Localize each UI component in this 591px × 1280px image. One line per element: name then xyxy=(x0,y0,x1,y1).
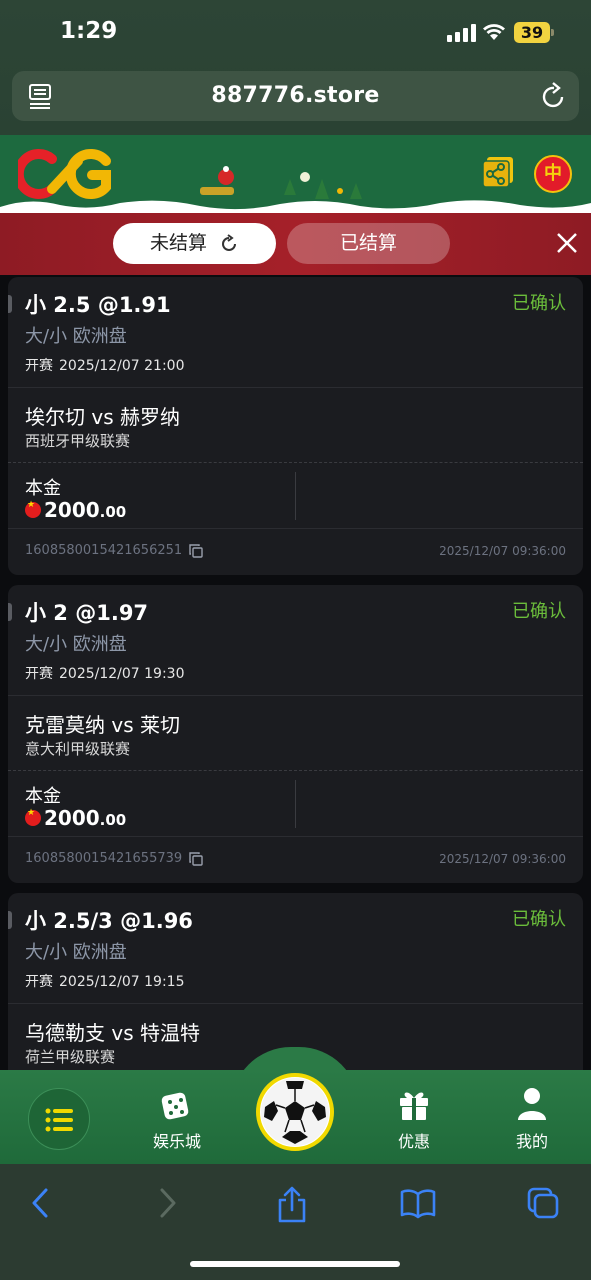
nav-casino[interactable]: 娱乐城 xyxy=(137,1086,217,1152)
order-id: 1608580015421656251 xyxy=(25,543,203,558)
bet-market: 大/小 欧洲盘 xyxy=(25,634,127,655)
forward-icon[interactable] xyxy=(156,1186,180,1220)
browser-top-area: 1:29 39 887776.store xyxy=(0,0,591,135)
sports-button[interactable] xyxy=(256,1073,334,1151)
tab-unsettled[interactable]: 未结算 xyxy=(113,223,276,264)
address-bar[interactable]: 887776.store xyxy=(12,71,579,121)
vertical-divider xyxy=(295,472,296,520)
bet-pick: 小 2 @1.97 xyxy=(25,601,149,625)
nav-promo[interactable]: 优惠 xyxy=(374,1086,454,1152)
stake-dec: .00 xyxy=(99,811,127,829)
bet-card[interactable]: 小 2.5 @1.91 已确认 大/小 欧洲盘 开赛 2025/12/07 21:… xyxy=(8,277,583,575)
copy-icon[interactable] xyxy=(189,543,203,558)
nav-casino-label: 娱乐城 xyxy=(152,1132,201,1151)
tab-unsettled-label: 未结算 xyxy=(149,232,207,254)
dashed-divider xyxy=(8,462,583,463)
tabs-icon[interactable] xyxy=(526,1186,560,1220)
kickoff-value: 2025/12/07 19:15 xyxy=(59,974,185,990)
divider xyxy=(8,528,583,529)
kickoff-value: 2025/12/07 21:00 xyxy=(59,358,185,374)
card-notch xyxy=(8,911,12,929)
divider xyxy=(8,387,583,388)
list-icon xyxy=(45,1108,73,1132)
battery-icon: 39 xyxy=(514,22,554,43)
status-bar: 1:29 39 xyxy=(0,0,591,66)
back-icon[interactable] xyxy=(28,1186,52,1220)
kickoff-time: 开赛 2025/12/07 21:00 xyxy=(25,355,185,375)
refresh-icon[interactable] xyxy=(219,233,239,254)
url-text[interactable]: 887776.store xyxy=(12,83,579,108)
dashed-divider xyxy=(8,770,583,771)
league-name: 西班牙甲级联赛 xyxy=(25,432,131,450)
wifi-icon xyxy=(483,24,505,40)
order-id: 1608580015421655739 xyxy=(25,851,203,866)
site-logo[interactable] xyxy=(18,145,114,203)
order-time: 2025/12/07 09:36:00 xyxy=(439,544,566,558)
match-title: 埃尔切 vs 赫罗纳 xyxy=(25,405,180,429)
site-header: 中 xyxy=(0,135,591,215)
bet-pick: 小 2.5/3 @1.96 xyxy=(25,909,193,933)
cny-flag-icon xyxy=(25,500,41,518)
bet-card[interactable]: 小 2.5/3 @1.96 已确认 大/小 欧洲盘 开赛 2025/12/07 1… xyxy=(8,893,583,1070)
order-id-value: 1608580015421656251 xyxy=(25,543,183,558)
soccer-ball-icon xyxy=(261,1078,329,1146)
stake-int: 2000 xyxy=(44,498,100,522)
card-notch xyxy=(8,603,12,621)
browser-toolbar xyxy=(0,1164,591,1280)
cellular-signal-icon xyxy=(447,24,476,42)
vertical-divider xyxy=(295,780,296,828)
nav-promo-label: 优惠 xyxy=(397,1132,430,1151)
kickoff-label: 开赛 xyxy=(25,666,53,682)
match-title: 乌德勒支 vs 特温特 xyxy=(25,1021,200,1045)
nav-mine-label: 我的 xyxy=(515,1132,548,1151)
bet-market: 大/小 欧洲盘 xyxy=(25,326,127,347)
match-title: 克雷莫纳 vs 莱切 xyxy=(25,713,180,737)
copy-icon[interactable] xyxy=(189,851,203,866)
divider xyxy=(8,836,583,837)
share-sheet-icon[interactable] xyxy=(276,1186,308,1224)
card-notch xyxy=(8,295,12,313)
dice-icon xyxy=(161,1092,189,1120)
status-badge: 已确认 xyxy=(512,601,566,622)
user-icon xyxy=(518,1088,546,1120)
bet-card[interactable]: 小 2 @1.97 已确认 大/小 欧洲盘 开赛 2025/12/07 19:30… xyxy=(8,585,583,883)
order-id-value: 1608580015421655739 xyxy=(25,851,183,866)
home-indicator xyxy=(190,1261,400,1267)
divider xyxy=(8,1003,583,1004)
stake-dec: .00 xyxy=(99,503,127,521)
stake-int: 2000 xyxy=(44,806,100,830)
reload-icon[interactable] xyxy=(541,82,567,110)
tab-settled[interactable]: 已结算 xyxy=(287,223,450,264)
league-name: 意大利甲级联赛 xyxy=(25,740,131,758)
kickoff-label: 开赛 xyxy=(25,974,53,990)
stake-amount: 2000.00 xyxy=(25,498,126,522)
language-button[interactable]: 中 xyxy=(534,155,572,193)
kickoff-value: 2025/12/07 19:30 xyxy=(59,666,185,682)
bet-market: 大/小 欧洲盘 xyxy=(25,942,127,963)
nav-mine[interactable]: 我的 xyxy=(492,1086,572,1152)
gift-icon xyxy=(400,1092,428,1120)
stake-amount: 2000.00 xyxy=(25,806,126,830)
kickoff-time: 开赛 2025/12/07 19:15 xyxy=(25,971,185,991)
bet-pick: 小 2.5 @1.91 xyxy=(25,293,171,317)
status-badge: 已确认 xyxy=(512,293,566,314)
stake-label: 本金 xyxy=(25,786,61,807)
bet-list[interactable]: 小 2.5 @1.91 已确认 大/小 欧洲盘 开赛 2025/12/07 21:… xyxy=(0,275,591,1070)
share-icon[interactable] xyxy=(481,155,515,189)
stake-label: 本金 xyxy=(25,478,61,499)
status-time: 1:29 xyxy=(60,18,118,44)
status-badge: 已确认 xyxy=(512,909,566,930)
league-name: 荷兰甲级联赛 xyxy=(25,1048,116,1066)
bookmarks-icon[interactable] xyxy=(399,1186,437,1220)
kickoff-time: 开赛 2025/12/07 19:30 xyxy=(25,663,185,683)
close-icon[interactable] xyxy=(555,231,579,255)
menu-button[interactable] xyxy=(28,1088,90,1150)
cny-flag-icon xyxy=(25,808,41,826)
divider xyxy=(8,695,583,696)
kickoff-label: 开赛 xyxy=(25,358,53,374)
bet-status-tabs: 未结算 已结算 xyxy=(0,213,591,275)
order-time: 2025/12/07 09:36:00 xyxy=(439,852,566,866)
